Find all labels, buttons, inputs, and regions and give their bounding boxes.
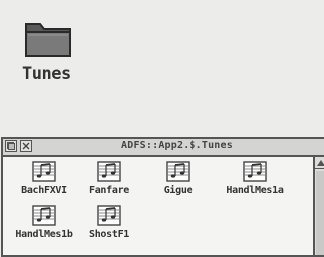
desktop-folder-tunes[interactable]: Tunes bbox=[22, 16, 78, 86]
file-name: BachFXVI bbox=[21, 185, 67, 196]
music-file-icon bbox=[166, 161, 190, 182]
file-item[interactable]: BachFXVI bbox=[10, 161, 78, 201]
file-name: Fanfare bbox=[88, 185, 130, 196]
desktop-folder-label: Tunes bbox=[22, 64, 71, 84]
window-title: ADFS::App2.$.Tunes bbox=[121, 140, 233, 151]
file-item[interactable]: Gigue bbox=[144, 161, 212, 201]
file-item[interactable]: HandlMes1b bbox=[5, 205, 83, 245]
scroll-well[interactable] bbox=[316, 171, 324, 255]
title-bar[interactable]: ADFS::App2.$.Tunes bbox=[3, 139, 324, 157]
music-file-icon bbox=[32, 205, 56, 226]
music-file-icon bbox=[97, 161, 121, 182]
filer-window[interactable]: ADFS::App2.$.Tunes BachFXVI Fanfare Gigu… bbox=[1, 137, 324, 257]
file-item[interactable]: Fanfare bbox=[75, 161, 143, 201]
music-file-icon bbox=[97, 205, 121, 226]
folder-icon bbox=[25, 23, 71, 57]
music-file-icon bbox=[32, 161, 56, 182]
scroll-up-arrow-icon[interactable] bbox=[315, 157, 324, 169]
file-name: ShostF1 bbox=[88, 229, 130, 240]
file-item[interactable]: ShostF1 bbox=[75, 205, 143, 245]
file-item[interactable]: HandlMes1a bbox=[215, 161, 295, 201]
vertical-scrollbar[interactable] bbox=[313, 157, 324, 255]
music-file-icon bbox=[243, 161, 267, 182]
close-icon[interactable] bbox=[20, 140, 32, 152]
file-name: HandlMes1b bbox=[15, 229, 73, 240]
file-name: Gigue bbox=[163, 185, 193, 196]
file-name: HandlMes1a bbox=[226, 185, 284, 196]
back-icon[interactable] bbox=[5, 140, 17, 152]
